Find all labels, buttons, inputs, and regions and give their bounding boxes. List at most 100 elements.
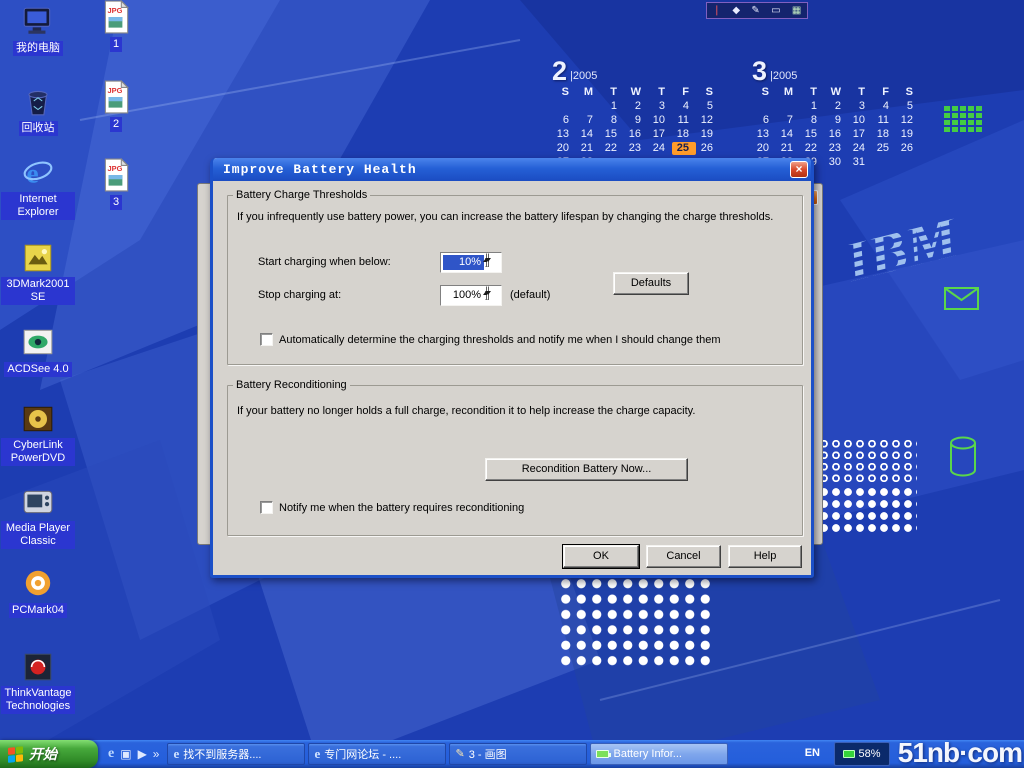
toolbar-pin-icon[interactable]: ❘	[713, 3, 721, 18]
my-computer-icon	[21, 4, 55, 38]
calendar-february-2005: 2 |2005 SMTWTFS1234567891011121314151617…	[552, 54, 728, 169]
notify-checkbox[interactable]	[260, 501, 273, 514]
desktop-icon-my-computer[interactable]: 我的电脑	[0, 4, 76, 56]
auto-determine-label: Automatically determine the charging thr…	[279, 334, 720, 346]
quick-launch-overflow-chevron-icon[interactable]: »	[153, 747, 160, 761]
help-button[interactable]: Help	[728, 545, 802, 568]
calendar-year: |2005	[570, 70, 597, 82]
calendar-day: 6	[552, 114, 576, 127]
calendar-weekday: W	[824, 86, 848, 99]
start-charging-label: Start charging when below:	[258, 256, 391, 268]
calendar-day: 5	[896, 100, 920, 113]
desktop-icon-jpg-3[interactable]: JPG 3	[78, 158, 154, 210]
calendar-day: 9	[824, 114, 848, 127]
battery-percent: 58%	[858, 748, 880, 760]
reconditioning-description: If your battery no longer holds a full c…	[237, 405, 695, 417]
improve-battery-health-dialog: Improve Battery Health × Battery Charge …	[210, 158, 814, 578]
calendar-year: |2005	[770, 70, 797, 82]
desktop-icon-jpg-2[interactable]: JPG 2	[78, 80, 154, 132]
calendar-day	[776, 100, 800, 113]
toolbar-window-icon[interactable]: ▭	[771, 3, 780, 18]
task-button-forum[interactable]: e 专门网论坛 - ....	[308, 743, 446, 765]
calendar-weekday: T	[800, 86, 824, 99]
icon-label: CyberLink PowerDVD	[1, 438, 75, 466]
ok-button[interactable]: OK	[563, 545, 639, 568]
spinner-down-icon[interactable]	[487, 253, 489, 267]
desktop-icon-acdsee[interactable]: ACDSee 4.0	[0, 325, 76, 377]
dialog-titlebar[interactable]: Improve Battery Health ×	[213, 158, 811, 181]
stop-charging-value[interactable]: 100%	[443, 288, 484, 303]
calendar-day: 20	[752, 142, 776, 155]
battery-tray-indicator[interactable]: 58%	[834, 742, 890, 766]
icon-label: ACDSee 4.0	[4, 362, 71, 377]
calendar-day: 22	[600, 142, 624, 155]
battery-charge-thresholds-group: Battery Charge Thresholds If you infrequ…	[227, 189, 803, 365]
desktop-icon-internet-explorer[interactable]: e Internet Explorer	[0, 156, 76, 220]
calendar-march-2005: 3 |2005 SMTWTFS1234567891011121314151617…	[752, 54, 928, 169]
toolbar-diamond-icon[interactable]: ◆	[732, 3, 740, 18]
task-button-server-not-found[interactable]: e 找不到服务器....	[167, 743, 305, 765]
quick-launch-show-desktop-icon[interactable]: ▣	[120, 747, 131, 761]
quick-launch-media-icon[interactable]: ▶	[138, 747, 147, 761]
calendar-day: 2	[624, 100, 648, 113]
desktop-icon-pcmark04[interactable]: PCMark04	[0, 566, 76, 618]
calendar-day: 10	[648, 114, 672, 127]
quick-launch-ie-icon[interactable]: e	[108, 746, 114, 762]
calendar-day: 7	[776, 114, 800, 127]
stop-charging-spinner[interactable]: 100%	[440, 285, 502, 306]
auto-determine-checkbox[interactable]	[260, 333, 273, 346]
start-button[interactable]: 开始	[0, 740, 98, 768]
calendar-weekday: T	[848, 86, 872, 99]
calendar-day: 19	[896, 128, 920, 141]
task-button-battery-information[interactable]: Battery Infor...	[590, 743, 728, 765]
desktop-icon-media-player-classic[interactable]: Media Player Classic	[0, 485, 76, 549]
icon-label: 3	[110, 195, 122, 210]
desktop-icon-recycle-bin[interactable]: 回收站	[0, 84, 76, 136]
notify-checkbox-row: Notify me when the battery requires reco…	[260, 501, 524, 514]
windows-logo-icon	[8, 746, 24, 763]
calendar-day: 8	[800, 114, 824, 127]
calendar-day: 26	[696, 142, 720, 155]
group-legend: Battery Reconditioning	[236, 379, 347, 391]
powerdvd-icon	[21, 402, 55, 436]
task-label: 3 - 画图	[469, 746, 507, 762]
jpg-file-icon: JPG	[99, 0, 133, 34]
calendar-weekday: S	[552, 86, 576, 99]
calendar-day: 7	[576, 114, 600, 127]
icon-label: 3DMark2001 SE	[1, 277, 75, 305]
toolbar-grid-icon[interactable]: ▦	[792, 3, 801, 18]
start-charging-value[interactable]: 10%	[443, 255, 484, 270]
desktop-icon-jpg-1[interactable]: JPG 1	[78, 0, 154, 52]
cancel-button[interactable]: Cancel	[646, 545, 721, 568]
icon-label: Media Player Classic	[1, 521, 75, 549]
desktop-icon-powerdvd[interactable]: CyberLink PowerDVD	[0, 402, 76, 466]
close-icon[interactable]: ×	[790, 161, 808, 178]
desktop-icon-thinkvantage[interactable]: ThinkVantage Technologies	[0, 650, 76, 714]
thresholds-description: If you infrequently use battery power, y…	[237, 211, 773, 223]
calendar-day: 10	[848, 114, 872, 127]
defaults-button[interactable]: Defaults	[613, 272, 689, 295]
svg-text:JPG: JPG	[108, 164, 123, 173]
jpg-file-icon: JPG	[99, 158, 133, 192]
spinner-down-icon[interactable]	[487, 286, 489, 300]
calendar-day: 24	[648, 142, 672, 155]
recondition-battery-button[interactable]: Recondition Battery Now...	[485, 458, 688, 481]
task-label: Battery Infor...	[613, 748, 681, 760]
group-legend: Battery Charge Thresholds	[236, 189, 367, 201]
ibm-logo: IBM	[838, 192, 998, 297]
start-charging-spinner[interactable]: 10%	[440, 252, 502, 273]
calendar-weekday: T	[600, 86, 624, 99]
wallpaper-cylinder-icon	[948, 436, 978, 483]
desktop-launch-toolbar[interactable]: ❘ ◆ ✎ ▭ ▦	[706, 2, 808, 19]
icon-label: 我的电脑	[13, 41, 63, 56]
task-button-paint[interactable]: ✎ 3 - 画图	[449, 743, 587, 765]
toolbar-pen-icon[interactable]: ✎	[751, 3, 759, 18]
wallpaper-dot-rings-right	[818, 438, 917, 484]
calendar-day: 25	[672, 142, 696, 155]
calendar-day: 22	[800, 142, 824, 155]
calendar-day: 17	[648, 128, 672, 141]
svg-text:JPG: JPG	[108, 86, 123, 95]
language-indicator[interactable]: EN	[805, 747, 820, 759]
auto-determine-checkbox-row: Automatically determine the charging thr…	[260, 333, 720, 346]
desktop-icon-3dmark2001[interactable]: 3DMark2001 SE	[0, 241, 76, 305]
